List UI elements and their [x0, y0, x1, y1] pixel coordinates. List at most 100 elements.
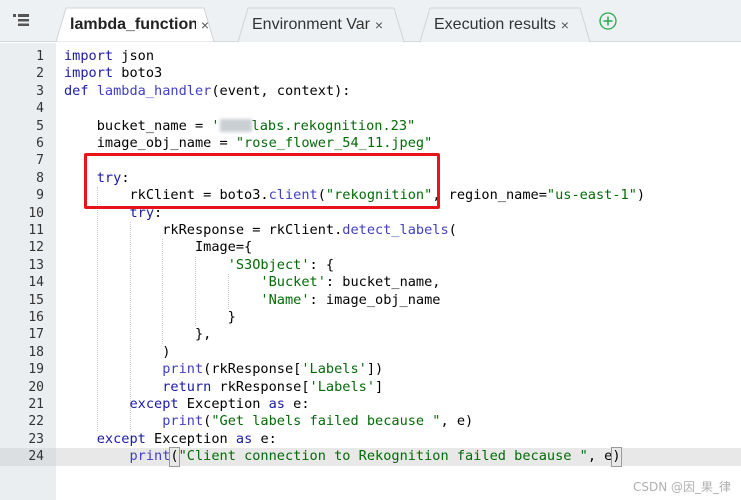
- code-line: print(rkResponse['Labels']): [64, 361, 383, 378]
- line-number-gutter: 1 2 3 4 5 6 7 8 9 10 11 12 13 14 15 16 17 18 19 20 21 22 23 24: [0, 43, 56, 500]
- line-number: 6: [36, 136, 44, 151]
- code-line: image_obj_name = "rose_flower_54_11.jpeg…: [64, 135, 433, 152]
- code-token: ): [64, 343, 171, 360]
- code-token: 'Name': [260, 291, 310, 308]
- line-number: 15: [28, 292, 44, 308]
- code-token: ]: [375, 378, 384, 395]
- code-token: detect_labels: [342, 222, 449, 238]
- code-token: e:: [285, 396, 310, 412]
- code-line: Image={: [64, 239, 252, 256]
- code-line: }: [64, 309, 236, 326]
- code-token: 'Labels': [309, 378, 376, 395]
- code-token: "Client connection to Rekognition failed…: [178, 448, 588, 465]
- code-token: (rkResponse[: [203, 361, 302, 378]
- matched-bracket: ): [611, 447, 622, 467]
- tab-execution-results[interactable]: Execution results ×: [420, 7, 590, 42]
- line-number: 13: [28, 257, 44, 273]
- code-area[interactable]: import json import boto3 def lambda_handle…: [56, 43, 741, 500]
- code-line: print("Client connection to Rekognition …: [64, 447, 622, 467]
- code-token: rkResponse = rkClient.: [64, 222, 343, 238]
- code-line: return rkResponse['Labels']: [64, 379, 383, 396]
- watermark: CSDN @因_果_律: [632, 480, 731, 494]
- code-token: e:: [252, 430, 277, 447]
- line-number: 4: [36, 101, 44, 117]
- tab-label: Execution results: [434, 15, 556, 33]
- line-number: 24: [28, 449, 44, 465]
- code-line: def lambda_handler(event, context):: [64, 83, 350, 100]
- code-token: Exception: [178, 396, 269, 412]
- line-number: 19: [28, 362, 44, 378]
- line-number: 3: [36, 83, 44, 99]
- line-number: 21: [28, 397, 44, 412]
- code-token: import: [64, 48, 114, 64]
- lambda-code-editor-window: lambda_function × Environment Var × Exec…: [0, 0, 741, 500]
- tab-label: Environment Var: [252, 15, 370, 33]
- code-token: except: [129, 396, 179, 412]
- code-line: 'S3Object': {: [64, 257, 334, 274]
- code-token: , e: [587, 448, 613, 465]
- code-token: def: [64, 82, 89, 99]
- tab-label: lambda_function: [70, 15, 196, 33]
- code-token: as: [235, 430, 253, 447]
- close-icon[interactable]: ×: [558, 17, 572, 33]
- line-number: 2: [36, 66, 44, 82]
- close-icon[interactable]: ×: [198, 17, 212, 33]
- line-number: 12: [28, 240, 44, 256]
- code-line: except Exception as e:: [64, 396, 310, 413]
- code-token: , region_name=: [432, 187, 547, 204]
- code-line: import json: [64, 48, 154, 65]
- code-token: boto3: [113, 65, 163, 82]
- code-token: "us-east-1": [546, 187, 637, 204]
- code-token: rkResponse[: [211, 378, 310, 395]
- code-token: , e): [440, 413, 474, 430]
- code-token: 'Bucket': [260, 274, 326, 291]
- code-token: print: [162, 361, 204, 378]
- line-number: 14: [28, 275, 44, 291]
- line-number: 1: [36, 49, 44, 64]
- code-token: print: [129, 448, 171, 465]
- line-number: 5: [36, 118, 44, 134]
- code-token: except: [96, 430, 146, 447]
- code-token: ': [211, 117, 220, 134]
- line-number: 9: [36, 188, 44, 204]
- code-line: ): [64, 344, 170, 361]
- code-token: ]): [366, 361, 384, 378]
- code-token: lambda_handler: [96, 82, 212, 99]
- code-token: json: [113, 48, 155, 64]
- code-token: Exception: [145, 430, 236, 447]
- code-line: },: [64, 326, 211, 343]
- code-token: }: [64, 309, 236, 325]
- tab-lambda-function[interactable]: lambda_function ×: [56, 7, 214, 42]
- code-line: 'Bucket': bucket_name,: [64, 274, 440, 291]
- code-token: : image_obj_name: [309, 291, 441, 308]
- code-token: 'Labels': [301, 361, 367, 378]
- code-token: ): [636, 187, 646, 204]
- code-token: Image={: [64, 239, 253, 256]
- line-number: 22: [28, 414, 44, 430]
- code-token: as: [268, 396, 285, 412]
- close-icon[interactable]: ×: [372, 17, 386, 33]
- plus-circle-icon[interactable]: [599, 12, 617, 30]
- code-token: return: [162, 378, 212, 395]
- menu-icon[interactable]: [12, 11, 30, 29]
- code-token: image_obj_name =: [64, 135, 236, 151]
- code-token: import: [64, 65, 114, 82]
- code-line: 'Name': image_obj_name: [64, 292, 440, 309]
- code-token: bucket_name =: [64, 117, 212, 134]
- tab-bar: lambda_function × Environment Var × Exec…: [0, 0, 741, 42]
- line-number: 10: [28, 205, 44, 221]
- line-number: 17: [28, 327, 44, 343]
- code-token: },: [64, 326, 212, 343]
- annotation-highlight-box: [84, 153, 440, 209]
- matched-bracket: (: [169, 447, 180, 467]
- line-number: 18: [28, 344, 44, 360]
- code-token: : bucket_name,: [325, 274, 441, 291]
- code-editor[interactable]: 1 2 3 4 5 6 7 8 9 10 11 12 13 14 15 16 17 18 19 20 21 22 23 24 …: [0, 43, 741, 500]
- tab-environment-variables[interactable]: Environment Var ×: [238, 7, 404, 42]
- redacted-text: [219, 118, 252, 132]
